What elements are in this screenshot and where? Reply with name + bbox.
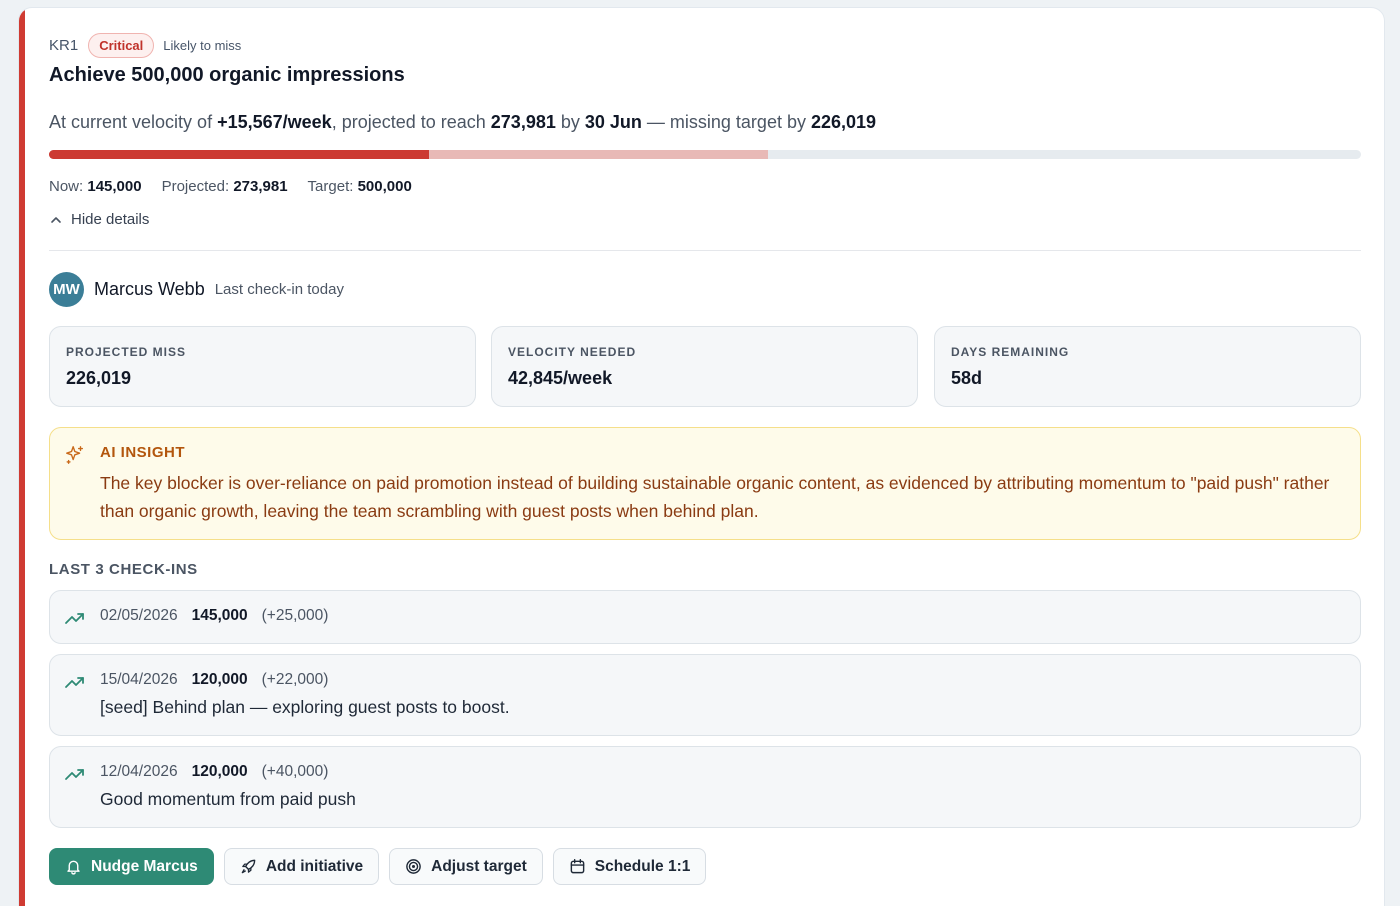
stat-projected: Projected: 273,981	[162, 178, 288, 195]
progress-stats: Now: 145,000 Projected: 273,981 Target: …	[49, 178, 412, 195]
checkin-meta: 02/05/2026 145,000 (+25,000)	[100, 607, 328, 625]
owner-row: MW Marcus Webb Last check-in today	[49, 271, 344, 307]
checkins-heading: LAST 3 CHECK-INS	[49, 561, 198, 578]
nudge-marcus-label: Nudge Marcus	[91, 857, 198, 875]
trending-up-icon	[65, 677, 84, 688]
stat-target-label: Target:	[307, 178, 354, 195]
checkin-delta: (+40,000)	[261, 763, 329, 780]
summary-by: by	[555, 112, 585, 132]
stat-projected-value: 273,981	[233, 178, 288, 195]
checkin-meta: 15/04/2026 120,000 (+22,000)	[100, 671, 328, 689]
checkin-note: Good momentum from paid push	[100, 789, 356, 809]
checkin-item: 15/04/2026 120,000 (+22,000) [seed] Behi…	[49, 654, 1361, 736]
stat-now: Now: 145,000	[49, 178, 142, 195]
checkin-date: 12/04/2026	[100, 763, 178, 780]
checkin-item: 02/05/2026 145,000 (+25,000)	[49, 590, 1361, 644]
checkin-value: 120,000	[191, 763, 248, 780]
schedule-one-on-one-label: Schedule 1:1	[594, 857, 691, 875]
checkin-delta: (+22,000)	[261, 671, 329, 688]
bell-icon	[67, 860, 80, 875]
summary-mid: , projected to reach	[331, 112, 491, 132]
adjust-target-button[interactable]: Adjust target	[389, 848, 543, 885]
metric-label: VELOCITY NEEDED	[508, 345, 637, 359]
ai-insight-text: The key blocker is over-reliance on paid…	[100, 473, 1330, 521]
summary-miss: 226,019	[810, 112, 877, 132]
summary-prefix: At current velocity of	[49, 112, 218, 132]
metric-value: 42,845/week	[508, 368, 613, 388]
progress-bar	[49, 150, 1361, 159]
stat-target-value: 500,000	[357, 178, 412, 195]
action-bar: Nudge Marcus Add initiative Adjust targe…	[49, 848, 707, 885]
last-checkin-text: Last check-in today	[214, 280, 344, 298]
risk-status: Likely to miss	[163, 37, 242, 53]
kr-id: KR1	[49, 36, 79, 54]
metric-label: PROJECTED MISS	[66, 345, 187, 359]
summary-projected: 273,981	[490, 112, 556, 132]
schedule-one-on-one-button[interactable]: Schedule 1:1	[552, 848, 707, 885]
projection-summary: At current velocity of +15,567/week, pro…	[49, 112, 876, 133]
checkin-delta: (+25,000)	[261, 607, 329, 624]
kr-title: Achieve 500,000 organic impressions	[49, 64, 405, 86]
section-divider	[49, 250, 1361, 251]
metric-velocity-needed: VELOCITY NEEDED 42,845/week	[491, 326, 918, 407]
key-result-card: KR1 Critical Likely to miss Achieve 500,…	[18, 7, 1385, 906]
kr-header: KR1 Critical Likely to miss	[49, 32, 241, 58]
calendar-icon	[570, 858, 585, 874]
checkin-date: 15/04/2026	[100, 671, 178, 688]
metric-value: 226,019	[66, 368, 132, 388]
add-initiative-button[interactable]: Add initiative	[223, 848, 380, 885]
trending-up-icon	[65, 613, 84, 624]
summary-velocity: +15,567/week	[217, 112, 332, 132]
hide-details-toggle[interactable]: Hide details	[49, 211, 149, 228]
metric-value: 58d	[951, 368, 983, 388]
adjust-target-label: Adjust target	[431, 857, 527, 875]
add-initiative-label: Add initiative	[265, 857, 364, 875]
metric-label: DAYS REMAINING	[951, 345, 1070, 359]
stat-now-value: 145,000	[87, 178, 142, 195]
avatar[interactable]: MW	[49, 271, 84, 307]
stat-projected-label: Projected:	[161, 178, 230, 195]
sparkles-icon	[66, 446, 84, 464]
metric-projected-miss: PROJECTED MISS 226,019	[49, 326, 476, 407]
ai-insight-panel: AI INSIGHT The key blocker is over-relia…	[49, 427, 1361, 540]
ai-insight-label: AI INSIGHT	[100, 444, 186, 461]
metric-days-remaining: DAYS REMAINING 58d	[934, 326, 1361, 407]
checkin-value: 120,000	[191, 671, 248, 688]
nudge-marcus-button[interactable]: Nudge Marcus	[49, 848, 214, 885]
severity-badge: Critical	[88, 32, 155, 58]
checkin-meta: 12/04/2026 120,000 (+40,000)	[100, 763, 328, 781]
checkin-date: 02/05/2026	[100, 607, 178, 624]
progress-current-fill	[49, 150, 430, 159]
checkin-item: 12/04/2026 120,000 (+40,000) Good moment…	[49, 746, 1361, 828]
summary-suffix: — missing target by	[641, 112, 811, 132]
checkin-note: [seed] Behind plan — exploring guest pos…	[100, 697, 510, 717]
severity-accent-bar	[19, 8, 25, 906]
owner-name[interactable]: Marcus Webb	[94, 279, 205, 300]
checkin-value: 145,000	[191, 607, 248, 624]
stat-target: Target: 500,000	[308, 178, 412, 195]
target-icon	[406, 859, 421, 874]
chevron-up-icon	[51, 216, 61, 223]
hide-details-label: Hide details	[71, 211, 150, 228]
stat-now-label: Now:	[49, 178, 84, 195]
summary-date: 30 Jun	[584, 112, 642, 132]
rocket-icon	[241, 859, 256, 874]
trending-up-icon	[65, 769, 84, 780]
